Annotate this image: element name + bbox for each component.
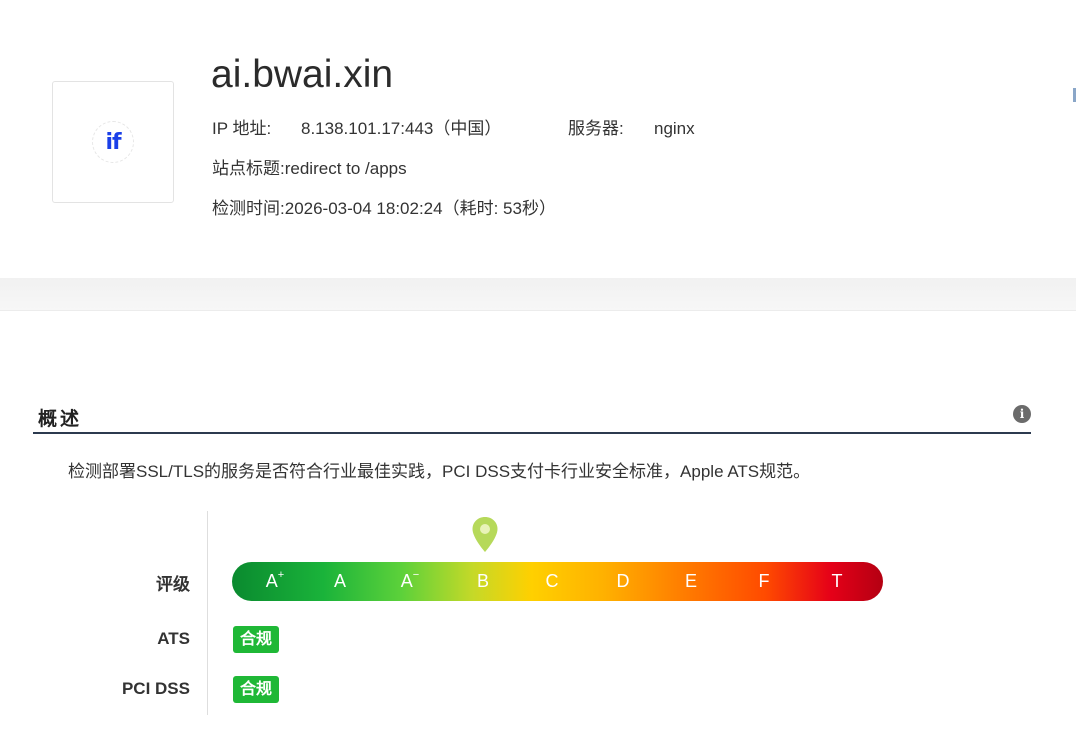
grade-table-divider bbox=[207, 511, 208, 715]
check-time-value: 2026-03-04 18:02:24（耗时: 53秒） bbox=[284, 199, 556, 218]
ip-label: IP 地址: bbox=[212, 119, 272, 138]
grade-modifier-text: + bbox=[277, 569, 285, 581]
grade-letter-text: D bbox=[616, 571, 630, 591]
overview-title: 概述 bbox=[38, 409, 83, 430]
ats-label: ATS bbox=[157, 629, 190, 648]
ats-status-badge: 合规 bbox=[233, 626, 280, 653]
grade-letter-text: A bbox=[400, 571, 413, 591]
ip-row: IP 地址: 8.138.101.17:443（中国） bbox=[212, 117, 501, 141]
grade-label: 评级 bbox=[156, 575, 190, 594]
grade-letter-text: C bbox=[545, 571, 559, 591]
grade-letter-text: T bbox=[831, 571, 843, 591]
site-favicon-icon: if bbox=[92, 121, 134, 163]
grade-letter-text: A bbox=[333, 571, 347, 591]
site-domain-title: ai.bwai.xin bbox=[211, 53, 394, 96]
info-icon[interactable]: i bbox=[1013, 405, 1031, 423]
check-time-label: 检测时间: bbox=[212, 199, 285, 218]
grade-scale-bar: A+ A A− B C D E F T bbox=[232, 562, 883, 601]
grade-7: E bbox=[685, 562, 697, 601]
overview-header: 概述 i bbox=[33, 398, 1031, 434]
grade-modifier-text: − bbox=[412, 569, 420, 581]
pci-dss-status-badge: 合规 bbox=[233, 676, 280, 703]
grade-6: D bbox=[617, 562, 630, 601]
check-time-row: 检测时间:2026-03-04 18:02:24（耗时: 53秒） bbox=[212, 197, 556, 221]
grade-4: B bbox=[477, 562, 489, 601]
grade-letter-text: B bbox=[476, 571, 490, 591]
pci-dss-label: PCI DSS bbox=[121, 679, 190, 698]
grade-8: F bbox=[759, 562, 770, 601]
current-grade-pin-icon bbox=[472, 517, 498, 552]
grade-2: A bbox=[334, 562, 346, 601]
grade-5: C bbox=[546, 562, 559, 601]
server-value: nginx bbox=[654, 119, 695, 138]
grade-3: A− bbox=[401, 562, 419, 601]
overview-description: 检测部署SSL/TLS的服务是否符合行业最佳实践，PCI DSS支付卡行业安全标… bbox=[68, 462, 811, 481]
ip-value: 8.138.101.17:443（中国） bbox=[301, 119, 502, 138]
grade-letter-text: A bbox=[265, 571, 278, 591]
site-title-label: 站点标题: bbox=[212, 159, 285, 178]
site-title-value: redirect to /apps bbox=[284, 159, 407, 178]
section-divider bbox=[0, 278, 1076, 311]
grade-1: A+ bbox=[266, 562, 284, 601]
site-title-row: 站点标题:redirect to /apps bbox=[212, 157, 407, 181]
grade-letter-text: F bbox=[758, 571, 770, 591]
site-header: if ai.bwai.xin IP 地址: 8.138.101.17:443（中… bbox=[0, 0, 1076, 278]
server-label: 服务器: bbox=[568, 119, 624, 138]
grade-letter-text: E bbox=[684, 571, 698, 591]
grade-9: T bbox=[832, 562, 843, 601]
site-logo: if bbox=[52, 81, 174, 203]
